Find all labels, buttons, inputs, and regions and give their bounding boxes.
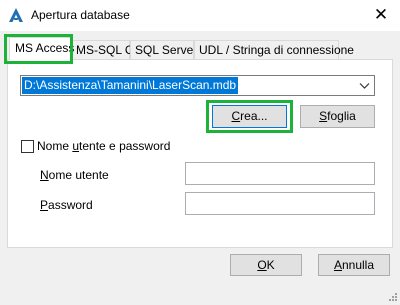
password-label: Password bbox=[40, 198, 93, 212]
close-icon[interactable]: ✕ bbox=[368, 3, 394, 27]
create-button[interactable]: Crea... bbox=[212, 105, 287, 128]
resize-grip-icon[interactable] bbox=[386, 292, 398, 304]
create-accel: C bbox=[231, 109, 241, 123]
cancel-accel: A bbox=[333, 258, 342, 272]
database-path-value: D:\Assistenza\Tamanini\LaserScan.mdb bbox=[22, 77, 239, 94]
credentials-checkbox-label[interactable]: Nome utente e password bbox=[37, 139, 170, 153]
chevron-down-icon[interactable] bbox=[357, 78, 372, 93]
tab-udl-connection-string[interactable]: UDL / Stringa di connessione bbox=[194, 40, 354, 60]
browse-button[interactable]: Sfoglia bbox=[300, 105, 375, 128]
username-accel: N bbox=[40, 168, 49, 182]
cancel-label: nnulla bbox=[341, 258, 375, 272]
browse-accel: S bbox=[319, 109, 328, 123]
tab-ms-sql-ce[interactable]: MS-SQL CE bbox=[71, 40, 142, 60]
username-label: Nome utente bbox=[40, 168, 109, 182]
create-label: rea... bbox=[240, 109, 268, 123]
credentials-label-pre: Nome bbox=[37, 139, 73, 153]
tab-sql-server[interactable]: SQL Server bbox=[130, 40, 197, 60]
username-label-text: ome utente bbox=[48, 168, 109, 182]
ok-accel: O bbox=[257, 258, 267, 272]
ok-button[interactable]: OK bbox=[230, 254, 302, 276]
ok-label: K bbox=[266, 258, 275, 272]
username-input[interactable] bbox=[185, 162, 375, 185]
password-label-text: assword bbox=[48, 198, 93, 212]
tab-ms-access[interactable]: MS Access bbox=[9, 37, 74, 60]
password-input[interactable] bbox=[185, 192, 375, 215]
browse-label: foglia bbox=[327, 109, 356, 123]
credentials-label-post: tente e password bbox=[79, 139, 171, 153]
app-logo-icon bbox=[9, 8, 23, 22]
window-title: Apertura database bbox=[31, 8, 130, 22]
cancel-button[interactable]: Annulla bbox=[318, 254, 390, 276]
credentials-checkbox[interactable] bbox=[21, 140, 34, 153]
password-accel: P bbox=[40, 198, 49, 212]
